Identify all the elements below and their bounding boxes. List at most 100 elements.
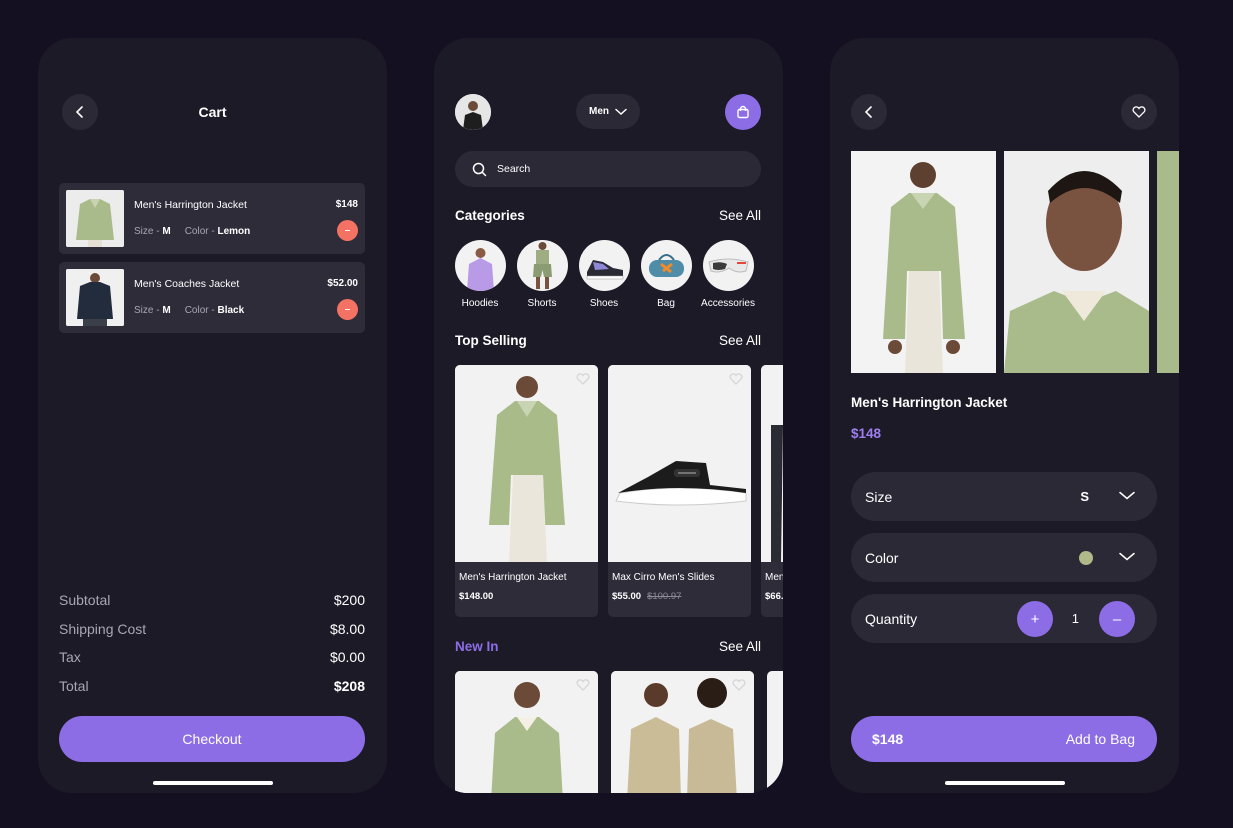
search-input[interactable]: Search [497, 163, 530, 175]
favorite-button[interactable] [1121, 94, 1157, 130]
product-title: Men's Harrington Jacket [851, 395, 1008, 410]
product-price: $148 [851, 426, 882, 441]
see-all-link[interactable]: See All [719, 639, 761, 654]
size-label: Size - [134, 226, 163, 237]
color-value: Lemon [217, 226, 251, 237]
quantity-stepper: Quantity + 1 – [851, 594, 1157, 643]
bag-button[interactable] [725, 94, 761, 130]
summary-value: $8.00 [329, 621, 365, 637]
heart-icon[interactable] [576, 373, 590, 385]
section-title: Categories [455, 208, 525, 223]
cta-price: $148 [872, 731, 904, 747]
cta-label: Add to Bag [1065, 731, 1135, 747]
search-icon [472, 162, 487, 176]
new-in-header: New In See All [455, 639, 761, 654]
color-selector[interactable]: Color [851, 533, 1157, 582]
category-accessories[interactable]: Accessories [701, 240, 755, 309]
home-indicator [152, 781, 273, 785]
product-name: Men's Fleece Pullover Hoodie [765, 572, 783, 583]
product-card[interactable]: Men's Fleece Pullover Hoodie $66.97 [761, 365, 783, 617]
summary-shipping: Shipping Cost $8.00 [59, 621, 365, 637]
new-in-card[interactable] [611, 671, 754, 793]
summary-label: Tax [59, 649, 81, 665]
product-image [761, 365, 783, 562]
hoodie-icon [454, 240, 506, 291]
size-label: Size - [134, 305, 163, 316]
remove-item-button[interactable]: – [337, 220, 358, 241]
category-label: Accessories [701, 298, 755, 309]
cart-screen: Cart Men's Harrington Jacket $148 Size -… [38, 38, 387, 793]
gallery-image[interactable] [1004, 151, 1149, 373]
cart-item-price: $148 [335, 199, 358, 210]
summary-label: Shipping Cost [59, 621, 147, 637]
top-selling-header: Top Selling See All [455, 333, 761, 348]
search-bar[interactable]: Search [455, 151, 761, 187]
product-price: $148.00 [459, 591, 494, 602]
see-all-link[interactable]: See All [719, 333, 761, 348]
product-detail-screen: Men's Harrington Jacket $148 Size S Colo… [830, 38, 1179, 793]
category-shoes[interactable]: Shoes [578, 240, 630, 309]
product-image [608, 365, 751, 562]
category-bag[interactable]: Bag [640, 240, 692, 309]
heart-icon[interactable] [732, 679, 746, 691]
quantity-value: 1 [1071, 611, 1079, 626]
new-in-card[interactable] [455, 671, 598, 793]
see-all-link[interactable]: See All [719, 208, 761, 223]
chevron-down-icon [1119, 491, 1135, 500]
cart-item-name: Men's Harrington Jacket [134, 199, 247, 211]
section-title: New In [455, 639, 499, 654]
home-indicator [944, 781, 1065, 785]
summary-label: Subtotal [59, 592, 111, 608]
avatar[interactable] [455, 94, 491, 130]
heart-icon[interactable] [729, 373, 743, 385]
back-button[interactable] [851, 94, 887, 130]
shopping-bag-icon [737, 105, 749, 119]
summary-label: Total [59, 678, 89, 694]
cart-item-name: Men's Coaches Jacket [134, 278, 240, 290]
size-value: M [162, 226, 171, 237]
categories-header: Categories See All [455, 208, 761, 223]
gallery-image[interactable] [851, 151, 996, 373]
section-title: Top Selling [455, 333, 527, 348]
product-thumbnail [66, 269, 124, 326]
category-shorts[interactable]: Shorts [516, 240, 568, 309]
product-card[interactable]: Men's Harrington Jacket $148.00 [455, 365, 598, 617]
option-label: Quantity [865, 611, 918, 627]
gallery-image[interactable] [1157, 151, 1179, 373]
summary-value: $200 [333, 592, 365, 608]
new-in-card[interactable] [767, 671, 783, 793]
product-old-price: $100.97 [647, 591, 682, 602]
heart-icon [1132, 106, 1146, 118]
gender-dropdown[interactable]: Men [576, 94, 640, 129]
cart-item-price: $52.00 [327, 278, 358, 289]
chevron-down-icon [1119, 552, 1135, 561]
product-name: Men's Harrington Jacket [459, 572, 567, 583]
size-value: S [1080, 489, 1089, 504]
product-thumbnail [66, 190, 124, 247]
color-value: Black [217, 305, 245, 316]
add-to-bag-button[interactable]: $148 Add to Bag [851, 716, 1157, 762]
cart-item[interactable]: Men's Coaches Jacket $52.00 Size - M Colo… [59, 262, 365, 333]
product-price: $55.00 $100.97 [612, 591, 682, 602]
bag-icon [640, 240, 692, 291]
shorts-icon [516, 240, 568, 291]
product-price: $66.97 [765, 591, 783, 602]
color-label: Color - [184, 305, 218, 316]
category-hoodies[interactable]: Hoodies [454, 240, 506, 309]
summary-tax: Tax $0.00 [59, 649, 365, 665]
remove-item-button[interactable]: – [337, 299, 358, 320]
gender-value: Men [589, 106, 609, 117]
checkout-button[interactable]: Checkout [59, 716, 365, 762]
page-title: Cart [198, 104, 227, 120]
decrease-quantity-button[interactable]: – [1099, 601, 1135, 637]
summary-total: Total $208 [59, 678, 365, 694]
increase-quantity-button[interactable]: + [1017, 601, 1053, 637]
cart-item[interactable]: Men's Harrington Jacket $148 Size - M Col… [59, 183, 365, 254]
product-card[interactable]: Max Cirro Men's Slides $55.00 $100.97 [608, 365, 751, 617]
size-value: M [162, 305, 171, 316]
heart-icon[interactable] [576, 679, 590, 691]
product-image [455, 365, 598, 562]
size-selector[interactable]: Size S [851, 472, 1157, 521]
option-label: Size [865, 489, 893, 505]
home-screen: Men Search Categories See All Hoodies Sh… [434, 38, 783, 793]
